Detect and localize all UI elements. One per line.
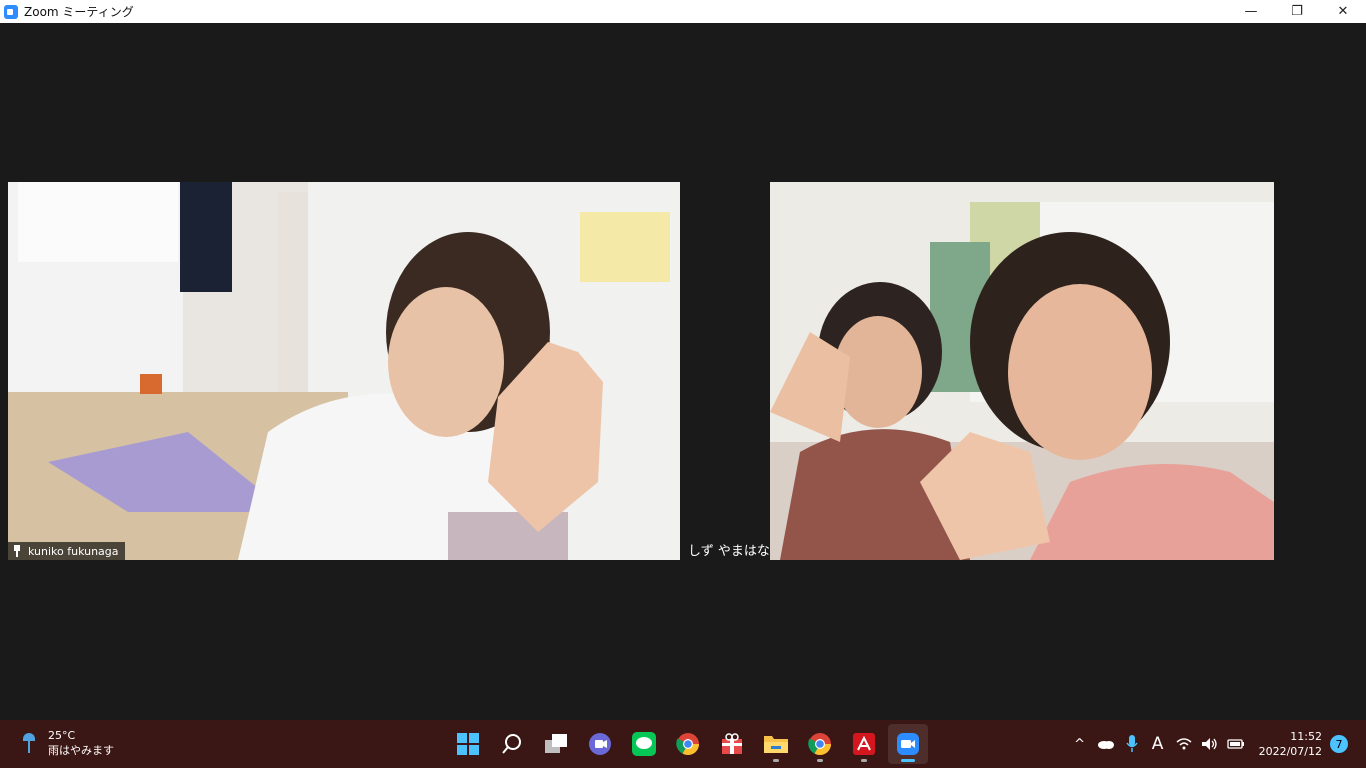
participant-video-tile[interactable]: kuniko fukunaga bbox=[8, 182, 680, 560]
notification-badge[interactable]: 7 bbox=[1330, 735, 1348, 753]
weather-temperature: 25°C bbox=[48, 729, 76, 742]
onedrive-icon[interactable] bbox=[1095, 734, 1117, 754]
system-tray: ^ A 11:52 2022/07/12 7 bbox=[1067, 720, 1366, 768]
restore-button[interactable]: ❐ bbox=[1274, 0, 1320, 23]
minimize-button[interactable]: — bbox=[1228, 0, 1274, 23]
taskbar: 25°C 雨はやみます ^ A 11:52 2022/07/12 7 bbox=[0, 720, 1366, 768]
windows-icon bbox=[457, 733, 479, 755]
pin-icon bbox=[12, 545, 22, 557]
gift-icon bbox=[722, 733, 742, 754]
ime-indicator[interactable]: A bbox=[1147, 734, 1169, 754]
participant-name-label: しず やまはな bbox=[688, 544, 770, 559]
start-button[interactable] bbox=[448, 724, 488, 764]
microphone-icon[interactable] bbox=[1121, 734, 1143, 754]
chrome-button[interactable] bbox=[668, 724, 708, 764]
line-app-button[interactable] bbox=[624, 724, 664, 764]
wifi-icon[interactable] bbox=[1173, 734, 1195, 754]
weather-widget[interactable]: 25°C 雨はやみます bbox=[20, 728, 114, 758]
file-explorer-button[interactable] bbox=[756, 724, 796, 764]
close-button[interactable]: ✕ bbox=[1320, 0, 1366, 23]
participant-video-frame bbox=[770, 182, 1274, 560]
title-bar: Zoom ミーティング — ❐ ✕ bbox=[0, 0, 1366, 23]
participant-name-tag: kuniko fukunaga bbox=[8, 542, 125, 560]
chrome-button[interactable] bbox=[800, 724, 840, 764]
taskbar-apps bbox=[448, 724, 932, 764]
clock-date: 2022/07/12 bbox=[1258, 745, 1322, 758]
volume-icon[interactable] bbox=[1199, 734, 1221, 754]
chrome-icon bbox=[808, 733, 831, 755]
clock[interactable]: 11:52 2022/07/12 bbox=[1259, 729, 1322, 759]
window-title: Zoom ミーティング bbox=[24, 5, 134, 19]
show-hidden-icons-chevron[interactable]: ^ bbox=[1069, 734, 1091, 754]
zoom-button[interactable] bbox=[888, 724, 928, 764]
chrome-icon bbox=[676, 733, 699, 755]
search-button[interactable] bbox=[492, 724, 532, 764]
zoom-app-icon bbox=[4, 4, 18, 19]
window-controls: — ❐ ✕ bbox=[1228, 0, 1366, 23]
participant-name: kuniko fukunaga bbox=[28, 544, 119, 558]
gift-app-button[interactable] bbox=[712, 724, 752, 764]
teams-chat-icon bbox=[589, 733, 611, 755]
participant-video-tile[interactable] bbox=[770, 182, 1274, 560]
task-view-icon bbox=[545, 734, 567, 753]
participant-video-frame bbox=[8, 182, 680, 560]
meeting-gallery: kuniko fukunaga しず やまはな bbox=[0, 23, 1366, 720]
acrobat-icon bbox=[853, 733, 875, 755]
task-view-button[interactable] bbox=[536, 724, 576, 764]
zoom-icon bbox=[897, 733, 919, 755]
search-icon bbox=[502, 734, 521, 754]
umbrella-icon bbox=[20, 729, 38, 757]
clock-time: 11:52 bbox=[1290, 730, 1322, 743]
teams-chat-button[interactable] bbox=[580, 724, 620, 764]
weather-description: 雨はやみます bbox=[48, 744, 114, 757]
battery-icon[interactable] bbox=[1225, 734, 1247, 754]
folder-icon bbox=[764, 736, 788, 753]
acrobat-button[interactable] bbox=[844, 724, 884, 764]
line-icon bbox=[632, 732, 656, 756]
